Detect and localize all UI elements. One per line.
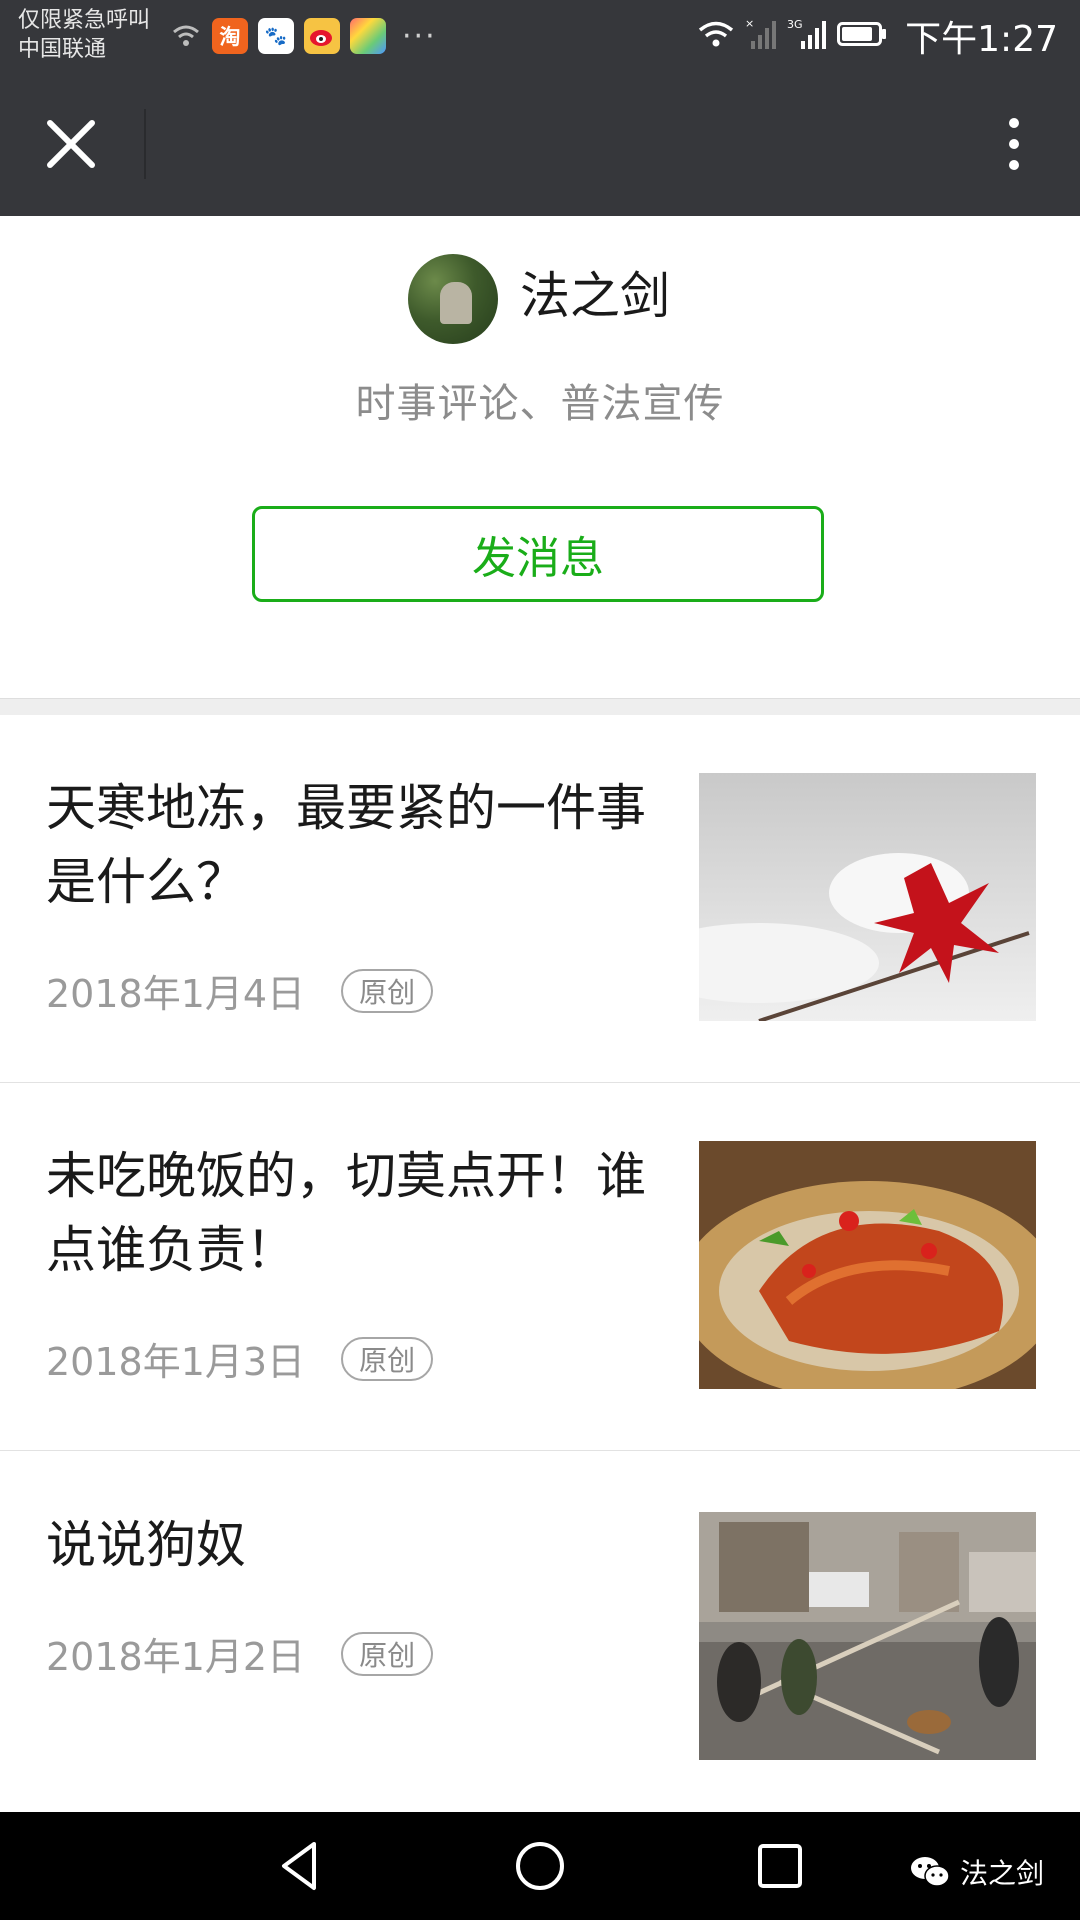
account-watermark: 法之剑 — [910, 1852, 1044, 1892]
svg-text:×: × — [745, 17, 754, 30]
original-badge: 原创 — [341, 1336, 434, 1381]
home-button[interactable] — [510, 1836, 570, 1896]
more-notifications-icon: ··· — [402, 18, 437, 54]
account-description: 时事评论、普法宣传 — [355, 381, 725, 427]
original-badge: 原创 — [341, 1631, 434, 1676]
weibo-icon — [304, 18, 340, 54]
signal-off-icon: × — [745, 17, 777, 55]
article-date: 2018年1月3日 — [46, 1340, 306, 1384]
article-title: 未吃晚饭的，切莫点开！谁点谁负责！ — [46, 1147, 646, 1279]
article-thumbnail — [699, 1141, 1036, 1389]
recents-icon — [758, 1844, 802, 1888]
watermark-label: 法之剑 — [959, 1857, 1044, 1890]
close-icon — [47, 120, 95, 168]
wechat-icon — [910, 1857, 950, 1887]
account-profile: 法之剑 时事评论、普法宣传 发消息 — [0, 216, 1080, 698]
top-nav-bar — [0, 71, 1080, 216]
article-date: 2018年1月4日 — [46, 972, 306, 1016]
article-meta: 2018年1月3日 原创 — [46, 1331, 434, 1386]
article-thumbnail — [699, 1512, 1036, 1760]
original-badge: 原创 — [341, 968, 434, 1013]
row-separator — [0, 1450, 1080, 1451]
baidu-icon: 🐾 — [258, 18, 294, 54]
status-time: 下午1:27 — [905, 19, 1058, 60]
article-date: 2018年1月2日 — [46, 1635, 306, 1679]
carrier-info: 仅限紧急呼叫 中国联通 — [18, 6, 150, 64]
article-item[interactable]: 未吃晚饭的，切莫点开！谁点谁负责！ 2018年1月3日 原创 — [0, 1083, 1080, 1451]
avatar[interactable] — [408, 254, 498, 344]
status-bar: 仅限紧急呼叫 中国联通 淘 🐾 ··· × 3G 下午1:27 — [0, 0, 1080, 71]
more-menu-button[interactable] — [984, 111, 1044, 177]
status-indicators: × 3G 下午1:27 — [697, 14, 1058, 60]
article-thumbnail — [699, 773, 1036, 1021]
back-button[interactable] — [270, 1836, 330, 1896]
carrier-line-emergency: 仅限紧急呼叫 — [18, 8, 151, 33]
account-name: 法之剑 — [520, 267, 670, 325]
wifi-question-icon — [170, 20, 202, 52]
article-title: 天寒地冻，最要紧的一件事是什么？ — [46, 779, 646, 911]
section-divider — [0, 698, 1080, 716]
article-item[interactable]: 天寒地冻，最要紧的一件事是什么？ 2018年1月4日 原创 — [0, 715, 1080, 1083]
article-meta: 2018年1月2日 原创 — [46, 1626, 434, 1681]
article-item[interactable]: 说说狗奴 2018年1月2日 原创 — [0, 1452, 1080, 1812]
notification-icons: 淘 🐾 ··· — [170, 16, 437, 56]
svg-text:3G: 3G — [787, 18, 803, 31]
nav-divider — [144, 109, 146, 179]
send-message-button[interactable]: 发消息 — [252, 506, 824, 602]
back-icon — [282, 1842, 316, 1890]
photos-icon — [350, 18, 386, 54]
signal-3g-icon: 3G — [787, 17, 827, 55]
more-vertical-icon — [1009, 118, 1019, 170]
article-title: 说说狗奴 — [46, 1516, 246, 1574]
system-nav-bar: 法之剑 — [0, 1812, 1080, 1920]
carrier-line-operator: 中国联通 — [18, 37, 107, 62]
battery-icon — [837, 20, 887, 52]
article-meta: 2018年1月4日 原创 — [46, 963, 434, 1018]
home-icon — [516, 1842, 564, 1890]
taobao-icon: 淘 — [212, 18, 248, 54]
close-button[interactable] — [36, 109, 106, 179]
wifi-icon — [697, 19, 735, 53]
recents-button[interactable] — [750, 1836, 810, 1896]
